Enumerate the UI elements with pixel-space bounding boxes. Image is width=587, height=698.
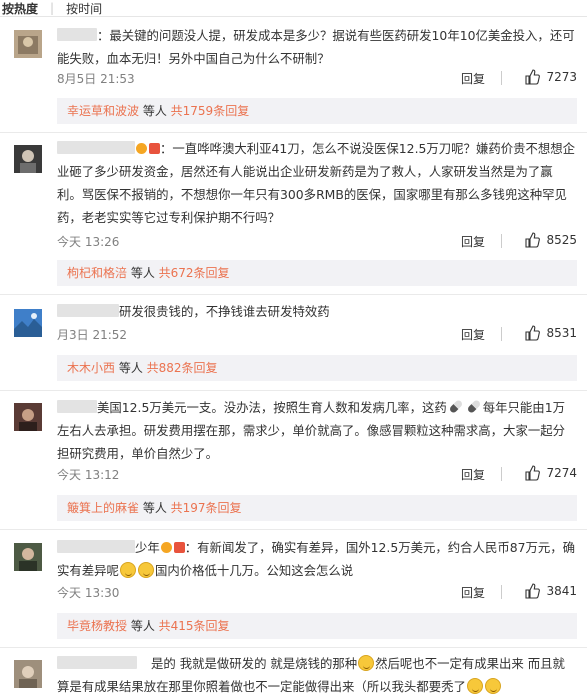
divider xyxy=(0,647,587,648)
reply-button[interactable]: 回复 xyxy=(461,326,485,343)
avatar[interactable] xyxy=(14,403,42,431)
sub-reply-etc: 等人 xyxy=(139,501,171,515)
avatar[interactable] xyxy=(14,309,42,337)
like-button[interactable]: 8531 xyxy=(524,325,577,341)
divider xyxy=(0,132,587,133)
comment-text: ：一直哗哗澳大利亚41刀，怎么不说没医保12.5万刀呢？嫌药价贵不想想企业砸了多… xyxy=(57,141,576,225)
comment-text: 少年 ：有新闻发了，确实有差异，国外12.5万美元，约合人民币87万元，确实有差异… xyxy=(57,540,576,578)
like-button[interactable]: 7273 xyxy=(524,69,577,85)
sub-reply-etc: 等人 xyxy=(127,619,159,633)
sub-replies-box[interactable]: 木木小西 等人 共882条回复 xyxy=(57,355,577,381)
sub-reply-users[interactable]: 幸运草和波波 xyxy=(67,104,139,118)
thumbs-up-icon xyxy=(525,465,541,481)
comment-time: 月3日 21:52 xyxy=(57,328,128,342)
sub-reply-etc: 等人 xyxy=(115,361,147,375)
comment-time: 今天 13:26 xyxy=(57,235,120,249)
comment-meta: 月3日 21:52 回复 8531 xyxy=(57,325,577,344)
sub-replies-box[interactable]: 毕竟杨教授 等人 共415条回复 xyxy=(57,613,577,639)
reply-button[interactable]: 回复 xyxy=(461,466,485,483)
reply-button[interactable]: 回复 xyxy=(461,584,485,601)
sub-reply-users[interactable]: 木木小西 xyxy=(67,361,115,375)
divider xyxy=(501,327,502,341)
laugh-emoji-icon xyxy=(484,678,501,694)
divider xyxy=(501,71,502,85)
like-button[interactable]: 3841 xyxy=(524,583,577,599)
member-icon xyxy=(149,143,160,154)
comment-time: 今天 13:30 xyxy=(57,586,120,600)
sub-reply-etc: 等人 xyxy=(127,266,159,280)
verified-icon xyxy=(160,542,172,553)
thumbs-up-icon xyxy=(525,232,541,248)
verified-icon xyxy=(136,143,147,154)
pill-emoji-icon xyxy=(448,399,464,414)
sort-divider: | xyxy=(50,1,55,15)
laugh-emoji-icon xyxy=(466,678,483,694)
reply-button[interactable]: 回复 xyxy=(461,233,485,250)
comment-meta: 今天 13:12 回复 7274 xyxy=(57,465,577,484)
avatar[interactable] xyxy=(14,660,42,688)
sub-reply-total[interactable]: 共1759条回复 xyxy=(171,104,250,118)
thumbs-up-icon xyxy=(525,583,541,599)
username[interactable] xyxy=(57,540,135,553)
sort-by-hot-tab[interactable]: 按热度 xyxy=(2,0,38,17)
comment-meta: 今天 13:26 回复 8525 xyxy=(57,232,577,251)
like-count: 3841 xyxy=(546,584,577,598)
username[interactable] xyxy=(57,400,97,413)
username-tail: 少年 xyxy=(135,540,160,555)
divider xyxy=(501,467,502,481)
sub-reply-total[interactable]: 共415条回复 xyxy=(159,619,230,633)
sub-reply-etc: 等人 xyxy=(139,104,171,118)
like-button[interactable]: 7274 xyxy=(524,465,577,481)
divider xyxy=(501,585,502,599)
sub-replies-box[interactable]: 幸运草和波波 等人 共1759条回复 xyxy=(57,98,577,124)
laugh-emoji-icon xyxy=(358,655,375,671)
username[interactable] xyxy=(57,141,135,154)
laugh-emoji-icon xyxy=(119,562,136,578)
username[interactable] xyxy=(57,28,97,41)
sub-reply-users[interactable]: 簸箕上的麻雀 xyxy=(67,501,139,515)
sub-reply-total[interactable]: 共197条回复 xyxy=(171,501,242,515)
like-count: 8525 xyxy=(546,233,577,247)
divider xyxy=(0,16,587,17)
comment-text: ：最关键的问题没人提，研发成本是多少？据说有些医药研发10年10亿美金投入，还可… xyxy=(57,28,575,66)
avatar[interactable] xyxy=(14,543,42,571)
comment-time: 今天 13:12 xyxy=(57,468,120,482)
like-count: 8531 xyxy=(546,326,577,340)
sub-replies-box[interactable]: 枸杞和格涪 等人 共672条回复 xyxy=(57,260,577,286)
comment-text: 是的 我就是做研发的 就是烧钱的那种 然后呢也不一定有成果出来 而且就算是有成果结… xyxy=(57,655,565,694)
sort-bar: 按热度 | 按时间 xyxy=(0,0,587,16)
divider xyxy=(501,234,502,248)
comment-text: 研发很贵钱的，不挣钱谁去研发特效药 xyxy=(57,300,577,323)
sub-reply-users[interactable]: 枸杞和格涪 xyxy=(67,266,127,280)
thumbs-up-icon xyxy=(525,69,541,85)
laugh-emoji-icon xyxy=(137,562,154,578)
comment-meta: 8月5日 21:53 回复 7273 xyxy=(57,69,577,88)
sort-by-time-tab[interactable]: 按时间 xyxy=(66,0,102,17)
divider xyxy=(0,294,587,295)
sub-reply-total[interactable]: 共882条回复 xyxy=(147,361,218,375)
sub-reply-total[interactable]: 共672条回复 xyxy=(159,266,230,280)
sub-reply-users[interactable]: 毕竟杨教授 xyxy=(67,619,127,633)
divider xyxy=(0,390,587,391)
comment-time: 8月5日 21:53 xyxy=(57,72,135,86)
reply-button[interactable]: 回复 xyxy=(461,70,485,87)
member-icon xyxy=(173,542,185,553)
comment-meta: 今天 13:30 回复 3841 xyxy=(57,583,577,602)
comment-text: 美国12.5万美元一支。没办法，按照生育人数和发病几率，这药 每年只能由1万左右人… xyxy=(57,399,566,461)
pill-emoji-icon xyxy=(466,399,482,414)
like-count: 7274 xyxy=(546,466,577,480)
like-button[interactable]: 8525 xyxy=(524,232,577,248)
avatar[interactable] xyxy=(14,30,42,58)
username[interactable] xyxy=(57,656,137,669)
username[interactable] xyxy=(57,304,119,317)
divider xyxy=(0,529,587,530)
thumbs-up-icon xyxy=(525,325,541,341)
avatar[interactable] xyxy=(14,145,42,173)
sub-replies-box[interactable]: 簸箕上的麻雀 等人 共197条回复 xyxy=(57,495,577,521)
like-count: 7273 xyxy=(546,70,577,84)
